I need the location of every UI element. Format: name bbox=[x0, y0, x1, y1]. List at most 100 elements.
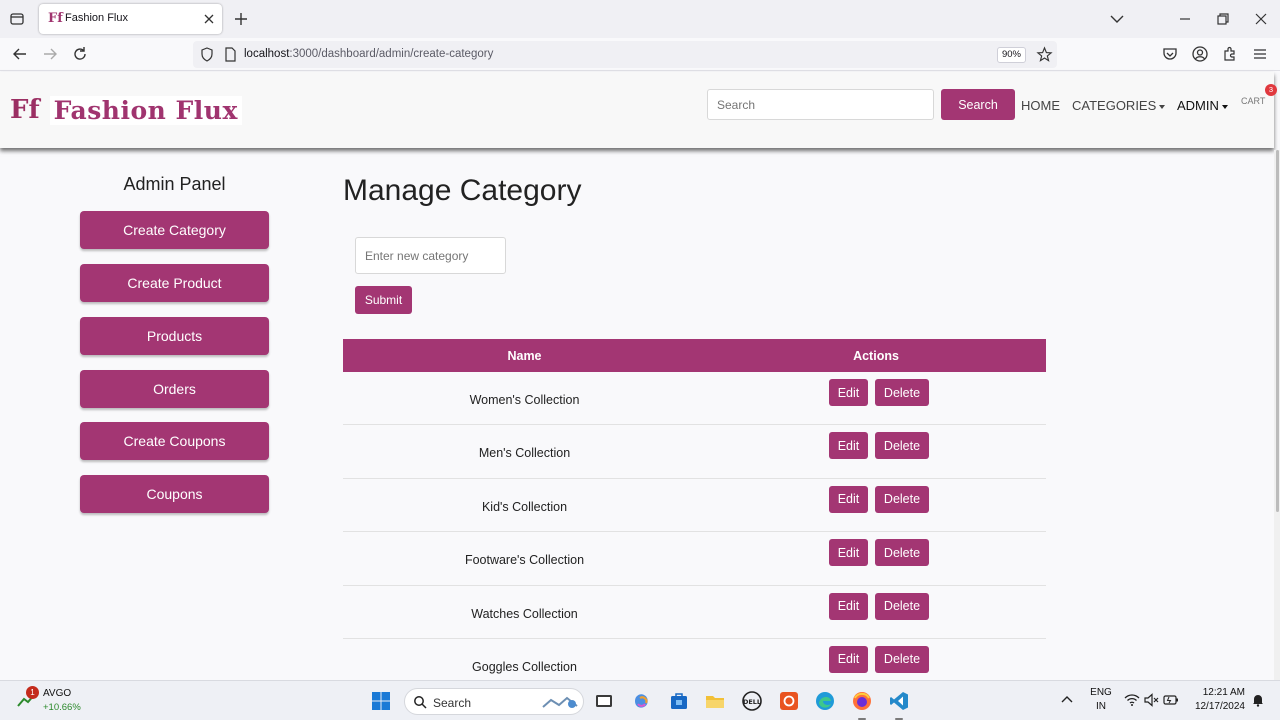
delete-button[interactable]: Delete bbox=[875, 485, 929, 513]
minimize-icon[interactable] bbox=[1176, 10, 1194, 28]
favicon-icon: Ff bbox=[48, 11, 63, 26]
language-code: ENG bbox=[1090, 687, 1112, 698]
region-code: IN bbox=[1096, 701, 1106, 712]
ubuntu-icon[interactable] bbox=[778, 690, 800, 712]
search-icon bbox=[414, 696, 427, 709]
url-host: localhost bbox=[244, 48, 290, 60]
tab-title: Fashion Flux bbox=[65, 12, 128, 24]
search-highlight-icon bbox=[542, 696, 578, 708]
delete-button[interactable]: Delete bbox=[875, 432, 929, 460]
reload-icon[interactable] bbox=[71, 45, 89, 63]
browser-tab-active[interactable]: Ff Fashion Flux bbox=[39, 4, 222, 34]
extensions-icon[interactable] bbox=[1221, 45, 1239, 63]
browser-nav-bar: localhost:3000/dashboard/admin/create-ca… bbox=[0, 38, 1280, 71]
sidebar-create-category-button[interactable]: Create Category bbox=[80, 211, 269, 249]
edit-button[interactable]: Edit bbox=[829, 645, 868, 673]
column-header-actions: Actions bbox=[853, 349, 899, 363]
delete-button[interactable]: Delete bbox=[875, 379, 929, 406]
new-tab-icon[interactable] bbox=[232, 10, 250, 28]
nav-categories-label: CATEGORIES bbox=[1072, 98, 1157, 113]
clock-time: 12:21 AM bbox=[1202, 687, 1245, 698]
header-search-input[interactable] bbox=[707, 89, 934, 120]
clock-date: 12/17/2024 bbox=[1194, 701, 1245, 712]
copilot-icon[interactable] bbox=[631, 690, 653, 712]
back-icon[interactable] bbox=[11, 45, 29, 63]
dell-icon[interactable]: DELL bbox=[741, 690, 763, 712]
battery-icon[interactable] bbox=[1163, 692, 1179, 708]
site-header: Ff Fashion Flux Search HOME CATEGORIES A… bbox=[0, 72, 1277, 148]
nav-cart-link[interactable]: CART bbox=[1241, 96, 1265, 106]
caret-down-icon bbox=[1159, 104, 1166, 109]
table-header: Name Actions bbox=[343, 339, 1046, 372]
firefox-icon[interactable] bbox=[851, 690, 873, 712]
sidebar-create-coupons-button[interactable]: Create Coupons bbox=[80, 422, 269, 460]
close-window-icon[interactable] bbox=[1252, 10, 1270, 28]
sidebar-create-product-button[interactable]: Create Product bbox=[80, 264, 269, 302]
forward-icon[interactable] bbox=[41, 45, 59, 63]
page-info-icon[interactable] bbox=[223, 47, 237, 62]
caret-down-icon bbox=[1221, 104, 1228, 109]
menu-icon[interactable] bbox=[1251, 45, 1269, 63]
delete-button[interactable]: Delete bbox=[875, 592, 929, 620]
svg-text:DELL: DELL bbox=[743, 698, 761, 706]
file-explorer-icon[interactable] bbox=[704, 690, 726, 712]
vscode-icon[interactable] bbox=[888, 690, 910, 712]
submit-category-button[interactable]: Submit bbox=[355, 286, 412, 314]
pocket-icon[interactable] bbox=[1161, 45, 1179, 63]
account-icon[interactable] bbox=[1191, 45, 1209, 63]
nav-admin-dropdown[interactable]: ADMIN bbox=[1177, 98, 1228, 113]
edit-button[interactable]: Edit bbox=[829, 592, 868, 620]
restore-icon[interactable] bbox=[1214, 10, 1232, 28]
os-taskbar: 1 AVGO +10.66% Search DELL ENG IN 12:21 … bbox=[0, 680, 1280, 720]
zoom-level[interactable]: 90% bbox=[997, 47, 1026, 63]
table-row: Men's Collection Edit Delete bbox=[343, 425, 1046, 479]
volume-muted-icon[interactable] bbox=[1143, 692, 1159, 708]
nav-categories-dropdown[interactable]: CATEGORIES bbox=[1072, 98, 1166, 113]
edit-button[interactable]: Edit bbox=[829, 432, 868, 460]
edit-button[interactable]: Edit bbox=[829, 485, 868, 513]
table-row: Footware's Collection Edit Delete bbox=[343, 532, 1046, 586]
site-logo[interactable]: Ff Fashion Flux bbox=[10, 95, 242, 125]
delete-button[interactable]: Delete bbox=[875, 539, 929, 567]
show-hidden-icons-icon[interactable] bbox=[1058, 691, 1076, 709]
address-bar[interactable]: localhost:3000/dashboard/admin/create-ca… bbox=[193, 41, 1057, 68]
cart-count-badge: 3 bbox=[1265, 84, 1277, 96]
url-path: :3000/dashboard/admin/create-category bbox=[289, 48, 494, 60]
url-text: localhost:3000/dashboard/admin/create-ca… bbox=[244, 48, 493, 60]
stock-notification-badge: 1 bbox=[26, 686, 39, 699]
tab-list-icon[interactable] bbox=[8, 10, 26, 28]
system-clock[interactable]: 12:21 AM 12/17/2024 bbox=[1183, 687, 1245, 712]
edit-button[interactable]: Edit bbox=[829, 539, 868, 567]
edit-button[interactable]: Edit bbox=[829, 379, 868, 406]
admin-panel-title: Admin Panel bbox=[123, 174, 226, 194]
bookmark-star-icon[interactable] bbox=[1036, 46, 1053, 63]
sidebar-orders-button[interactable]: Orders bbox=[80, 370, 269, 408]
column-header-name: Name bbox=[507, 349, 542, 363]
taskbar-search[interactable]: Search bbox=[404, 688, 584, 715]
category-name: Kid's Collection bbox=[481, 499, 568, 514]
sidebar-products-button[interactable]: Products bbox=[80, 317, 269, 355]
logo-text: Fashion Flux bbox=[49, 95, 242, 125]
sidebar-coupons-button[interactable]: Coupons bbox=[80, 475, 269, 513]
notification-bell-icon[interactable] bbox=[1251, 693, 1265, 707]
table-row: Kid's Collection Edit Delete bbox=[343, 479, 1046, 533]
language-indicator[interactable]: ENG IN bbox=[1089, 687, 1113, 712]
stock-ticker[interactable]: AVGO bbox=[43, 688, 71, 699]
browser-tab-bar: Ff Fashion Flux bbox=[0, 0, 1280, 38]
page-title: Manage Category bbox=[343, 174, 582, 207]
new-category-input[interactable] bbox=[355, 237, 506, 274]
header-search-button[interactable]: Search bbox=[941, 89, 1015, 120]
nav-admin-label: ADMIN bbox=[1177, 98, 1219, 113]
close-tab-icon[interactable] bbox=[201, 11, 217, 27]
tracking-shield-icon[interactable] bbox=[200, 47, 214, 62]
delete-button[interactable]: Delete bbox=[875, 645, 929, 673]
nav-home-link[interactable]: HOME bbox=[1021, 98, 1060, 113]
list-all-tabs-icon[interactable] bbox=[1108, 10, 1126, 28]
page-scrollbar-thumb[interactable] bbox=[1276, 150, 1279, 512]
category-table: Name Actions Women's Collection Edit Del… bbox=[343, 339, 1046, 692]
edge-icon[interactable] bbox=[814, 690, 836, 712]
wifi-icon[interactable] bbox=[1124, 692, 1140, 708]
store-icon[interactable] bbox=[668, 690, 690, 712]
windows-start-icon[interactable] bbox=[370, 690, 392, 712]
task-view-icon[interactable] bbox=[593, 690, 615, 712]
